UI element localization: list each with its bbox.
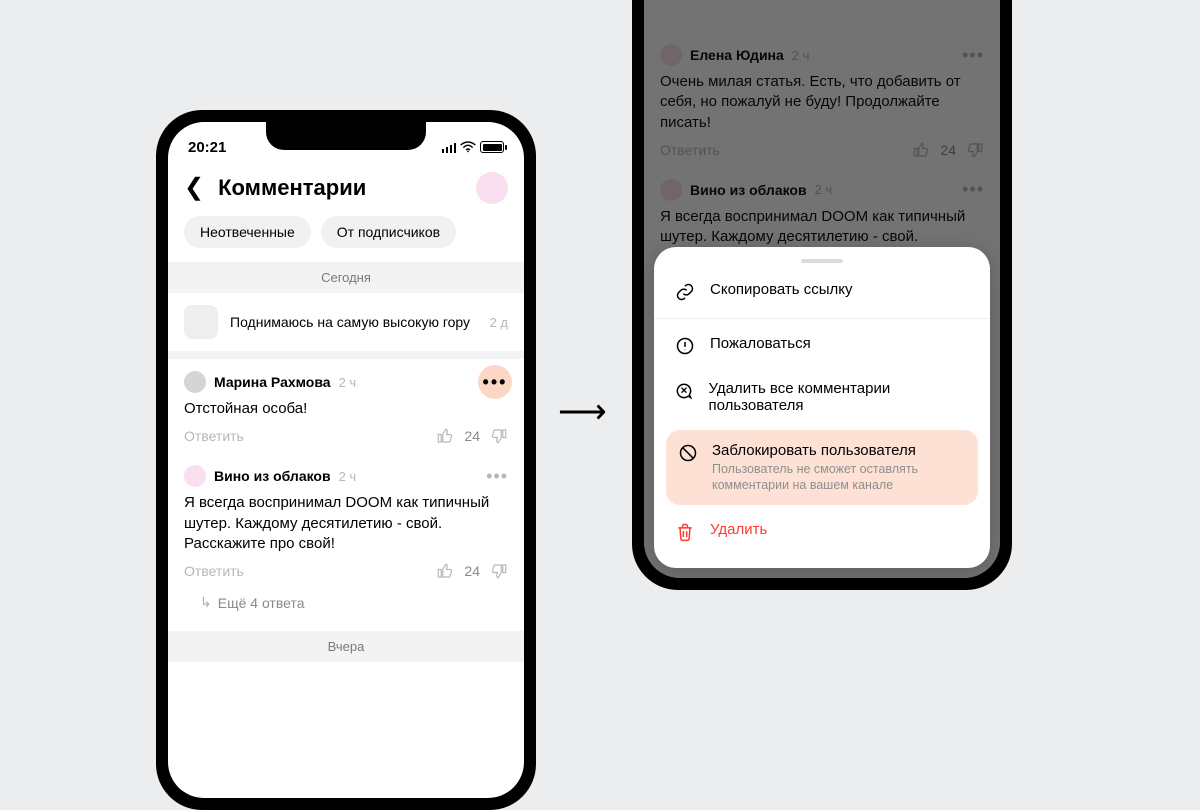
- phone-left: 20:21 ❮ Комментарии Неотвеченные От подп…: [156, 110, 536, 810]
- sheet-label: Пожаловаться: [710, 335, 811, 352]
- chat-remove-icon: [674, 380, 694, 401]
- comment-time: 2 ч: [339, 469, 357, 484]
- status-time: 20:21: [188, 139, 226, 156]
- thumb-up-icon[interactable]: [436, 427, 454, 445]
- alert-icon: [674, 335, 696, 356]
- post-title: Поднимаюсь на самую высокую гору: [230, 314, 478, 330]
- comment-body: Отстойная особа!: [184, 399, 508, 419]
- section-today: Сегодня: [168, 262, 524, 293]
- signal-icon: [442, 142, 457, 153]
- comment-more-icon[interactable]: •••: [478, 365, 512, 399]
- chip-from-subscribers[interactable]: От подписчиков: [321, 216, 456, 248]
- link-icon: [674, 281, 696, 302]
- sheet-block-user[interactable]: Заблокировать пользователя Пользователь …: [666, 430, 978, 506]
- sheet-label: Заблокировать пользователя: [712, 442, 966, 459]
- phone-notch: [266, 122, 426, 150]
- sheet-copy-link[interactable]: Скопировать ссылку: [654, 269, 990, 314]
- sheet-label: Скопировать ссылку: [710, 281, 853, 298]
- like-count: 24: [464, 563, 480, 579]
- more-replies-button[interactable]: ↳ Ещё 4 ответа: [168, 588, 524, 623]
- reply-button[interactable]: Ответить: [184, 563, 244, 579]
- wifi-icon: [460, 141, 476, 153]
- sheet-sublabel: Пользователь не сможет оставлять коммент…: [712, 461, 966, 494]
- comment-avatar[interactable]: [184, 465, 206, 487]
- section-yesterday: Вчера: [168, 631, 524, 662]
- comment-item: Вино из облаков 2 ч ••• Я всегда восприн…: [168, 453, 524, 588]
- comment-author[interactable]: Вино из облаков: [214, 468, 331, 484]
- post-time: 2 д: [490, 315, 508, 330]
- flow-arrow-icon: ⟶: [558, 392, 607, 432]
- post-row[interactable]: Поднимаюсь на самую высокую гору 2 д: [168, 293, 524, 351]
- reply-arrow-icon: ↳: [200, 594, 212, 611]
- like-count: 24: [464, 428, 480, 444]
- sheet-label: Удалить: [710, 521, 767, 538]
- comment-author[interactable]: Марина Рахмова: [214, 374, 331, 390]
- battery-icon: [480, 141, 504, 153]
- comment-more-icon[interactable]: •••: [486, 466, 508, 487]
- profile-avatar[interactable]: [476, 172, 508, 204]
- sheet-handle[interactable]: [801, 259, 843, 263]
- comment-item: Марина Рахмова 2 ч ••• Отстойная особа! …: [168, 359, 524, 453]
- trash-icon: [674, 521, 696, 542]
- block-icon: [678, 442, 698, 463]
- phone-right: Елена Юдина 2 ч ••• Очень милая статья. …: [632, 0, 1012, 590]
- comment-time: 2 ч: [339, 375, 357, 390]
- more-replies-label: Ещё 4 ответа: [218, 595, 305, 611]
- thumb-up-icon[interactable]: [436, 562, 454, 580]
- comment-avatar[interactable]: [184, 371, 206, 393]
- sheet-delete-all[interactable]: Удалить все комментарии пользователя: [654, 368, 990, 426]
- reply-button[interactable]: Ответить: [184, 428, 244, 444]
- page-title: Комментарии: [218, 175, 462, 201]
- separator: [168, 351, 524, 359]
- action-sheet: Скопировать ссылку Пожаловаться Удалить …: [654, 247, 990, 569]
- back-button[interactable]: ❮: [184, 176, 204, 200]
- post-thumbnail: [184, 305, 218, 339]
- sheet-label: Удалить все комментарии пользователя: [708, 380, 970, 414]
- thumb-down-icon[interactable]: [490, 562, 508, 580]
- comment-body: Я всегда воспринимал DOOM как типичный ш…: [184, 493, 508, 554]
- sheet-report[interactable]: Пожаловаться: [654, 323, 990, 368]
- thumb-down-icon[interactable]: [490, 427, 508, 445]
- separator: [654, 318, 990, 319]
- sheet-delete[interactable]: Удалить: [654, 509, 990, 554]
- chip-unanswered[interactable]: Неотвеченные: [184, 216, 311, 248]
